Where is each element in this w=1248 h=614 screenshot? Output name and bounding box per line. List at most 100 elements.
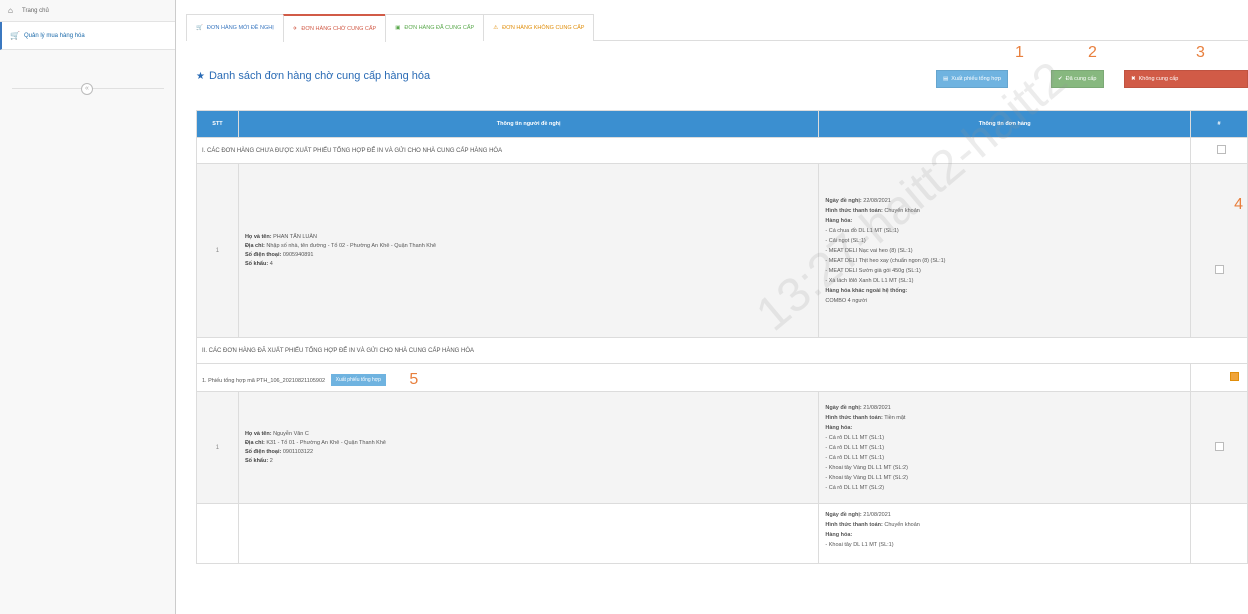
col-header-stt: STT xyxy=(196,110,239,138)
summary-sheet-row: 1. Phiếu tổng hợp mã PTH_106_20210821105… xyxy=(195,363,1192,392)
address-value: Nhập số nhà, tên đường - Tổ 02 - Phường … xyxy=(266,242,437,249)
summary-sheet-label: 1. Phiếu tổng hợp mã PTH_106_20210821105… xyxy=(202,377,326,384)
other-goods-value: COMBO 4 người xyxy=(825,297,867,304)
provided-button[interactable]: ✔ Đã cung cấp xyxy=(1051,70,1104,88)
row-stt: 1 xyxy=(196,391,239,504)
group-select-checkbox[interactable] xyxy=(1217,145,1226,154)
name-value: PHAN TẤN LUÂN xyxy=(273,233,317,240)
plane-icon: ✈ xyxy=(292,26,298,32)
cubes-icon: ▣ xyxy=(395,25,401,31)
address-value: K31 - Tổ 01 - Phường An Khê - Quận Thanh… xyxy=(266,439,386,446)
goods-item: - Cá rô DL L1 MT (SL:1) xyxy=(825,444,885,451)
payment-value: Tiền mặt xyxy=(884,414,906,421)
goods-item: - Cá rô DL L1 MT (SL:2) xyxy=(825,484,885,491)
goods-label: Hàng hóa: xyxy=(825,217,853,224)
payment-value: Chuyển khoản xyxy=(884,522,920,528)
order-info: Ngày đề nghị: 21/08/2021 Hình thức thanh… xyxy=(818,391,1192,504)
warning-icon: ⚠ xyxy=(493,25,499,31)
address-label: Địa chỉ: xyxy=(244,242,265,249)
phone-value: 0901103122 xyxy=(282,448,314,455)
address-label: Địa chỉ: xyxy=(244,439,265,446)
order-tabs: 🛒 Đơn hàng mới đề nghị ✈ Đơn hàng chờ cu… xyxy=(186,14,1248,42)
tab-new-orders[interactable]: 🛒 Đơn hàng mới đề nghị xyxy=(186,14,284,41)
goods-item: - Khoai tây Vàng DL L1 MT (SL:2) xyxy=(825,474,908,481)
goods-item: - Cá chua đồ DL L1 MT (SL:1) xyxy=(825,227,899,234)
annotation-1: 1 xyxy=(1015,44,1024,61)
date-label: Ngày đề nghị: xyxy=(825,404,862,411)
goods-item: - Khoai tây Vàng DL L1 MT (SL:2) xyxy=(825,464,908,471)
page-title-text: Danh sách đơn hàng chờ cung cấp hàng hóa xyxy=(208,70,431,82)
payment-label: Hình thức thanh toán: xyxy=(825,207,883,214)
date-value: 21/08/2021 xyxy=(863,404,891,411)
provided-label: Đã cung cấp xyxy=(1065,76,1097,82)
sidebar-item-purchase[interactable]: 🛒 Quản lý mua hàng hóa xyxy=(0,22,175,50)
tab-label: Đơn hàng đã cung cấp xyxy=(404,25,475,31)
name-label: Họ và tên: xyxy=(244,233,272,240)
tab-pending-orders[interactable]: ✈ Đơn hàng chờ cung cấp xyxy=(282,14,387,42)
row-select-checkbox[interactable] xyxy=(1214,265,1224,274)
phone-label: Số điện thoại: xyxy=(244,448,282,455)
order-info: Ngày đề nghị: 22/08/2021 Hình thức thanh… xyxy=(818,163,1192,338)
tab-label: Đơn hàng chờ cung cấp xyxy=(301,26,377,32)
date-value: 22/08/2021 xyxy=(863,197,891,204)
not-provided-label: Không cung cấp xyxy=(1138,76,1179,82)
close-icon: ✖ xyxy=(1131,76,1136,82)
goods-item: - MEAT DELI Thịt heo xay (chuẩn ngon (8)… xyxy=(825,257,946,264)
group-heading-not-exported: I. Các đơn hàng chưa được xuất phiếu tổn… xyxy=(195,137,1192,164)
export-summary-label: Xuất phiếu tổng hợp xyxy=(951,76,1001,82)
sheet-select-checkbox[interactable] xyxy=(1230,372,1239,381)
export-sheet-button[interactable]: Xuất phiếu tổng hợp xyxy=(330,374,386,387)
goods-item: - Xà lách lôlô Xanh DL L1 MT (SL:1) xyxy=(825,277,914,284)
name-label: Họ và tên: xyxy=(244,430,272,437)
household-value: 4 xyxy=(269,260,273,267)
household-label: Số khẩu: xyxy=(244,260,269,267)
name-value: Nguyễn Văn C xyxy=(273,430,309,437)
goods-item: - MEAT DELI Nạc vai heo (8) (SL:1) xyxy=(825,247,913,254)
tab-not-supplied-orders[interactable]: ⚠ Đơn hàng không cung cấp xyxy=(483,14,595,41)
goods-label: Hàng hóa: xyxy=(825,424,853,431)
check-icon: ✔ xyxy=(1058,76,1063,82)
not-provided-button[interactable]: ✖ Không cung cấp xyxy=(1124,70,1248,88)
print-icon: ▤ xyxy=(943,76,949,82)
row-select-cell: 4 xyxy=(1190,163,1248,338)
home-icon: ⌂ xyxy=(8,6,13,15)
star-icon: ★ xyxy=(196,70,205,82)
annotation-3: 3 xyxy=(1196,44,1205,61)
sidebar-item-label: Trang chủ xyxy=(22,7,49,14)
requester-info xyxy=(237,503,820,564)
requester-info: Họ và tên: PHAN TẤN LUÂN Địa chỉ: Nhập s… xyxy=(237,163,820,338)
page-title: ★ Danh sách đơn hàng chờ cung cấp hàng h… xyxy=(196,70,430,82)
annotation-2: 2 xyxy=(1088,44,1097,61)
cart-icon: 🛒 xyxy=(196,25,203,31)
sidebar-item-label: Quản lý mua hàng hóa xyxy=(24,32,85,39)
phone-value: 0905940891 xyxy=(282,251,314,258)
row-stt: 1 xyxy=(196,163,239,338)
sidebar-collapse-button[interactable]: « xyxy=(81,83,93,95)
goods-item: - Khoai tây DL L1 MT (SL:1) xyxy=(825,542,894,548)
table-row: 1 Họ và tên: PHAN TẤN LUÂN Địa chỉ: Nhập… xyxy=(196,163,1248,338)
annotation-4: 4 xyxy=(1234,196,1243,213)
other-goods-label: Hàng hóa khác ngoài hệ thống: xyxy=(825,287,908,294)
tab-label: Đơn hàng mới đề nghị xyxy=(206,25,274,31)
col-header-requester: Thông tin người đề nghị xyxy=(237,110,820,138)
row-select-checkbox[interactable] xyxy=(1214,442,1224,451)
requester-info: Họ và tên: Nguyễn Văn C Địa chỉ: K31 - T… xyxy=(237,391,820,504)
export-sheet-button-label: Xuất phiếu tổng hợp xyxy=(335,377,381,384)
payment-label: Hình thức thanh toán: xyxy=(825,522,883,528)
export-summary-button[interactable]: ▤ Xuất phiếu tổng hợp xyxy=(936,70,1008,88)
annotation-5: 5 xyxy=(409,370,419,388)
table-row: 1 Họ và tên: Nguyễn Văn C Địa chỉ: K31 -… xyxy=(196,391,1248,504)
row-stt xyxy=(196,503,239,564)
date-label: Ngày đề nghị: xyxy=(825,512,862,518)
sidebar: ⌂ Trang chủ 🛒 Quản lý mua hàng hóa « xyxy=(0,0,176,614)
goods-label: Hàng hóa: xyxy=(825,532,853,538)
payment-value: Chuyển khoản xyxy=(884,207,920,214)
tab-supplied-orders[interactable]: ▣ Đơn hàng đã cung cấp xyxy=(385,14,485,41)
household-value: 2 xyxy=(269,457,273,464)
goods-item: - Cá rô DL L1 MT (SL:1) xyxy=(825,434,885,441)
sidebar-item-home[interactable]: ⌂ Trang chủ xyxy=(0,0,175,22)
main-content: 🛒 Đơn hàng mới đề nghị ✈ Đơn hàng chờ cu… xyxy=(186,0,1248,614)
date-label: Ngày đề nghị: xyxy=(825,197,862,204)
goods-item: - MEAT DELI Sườn già gói 450g (SL:1) xyxy=(825,267,921,274)
date-value: 21/08/2021 xyxy=(863,512,891,518)
